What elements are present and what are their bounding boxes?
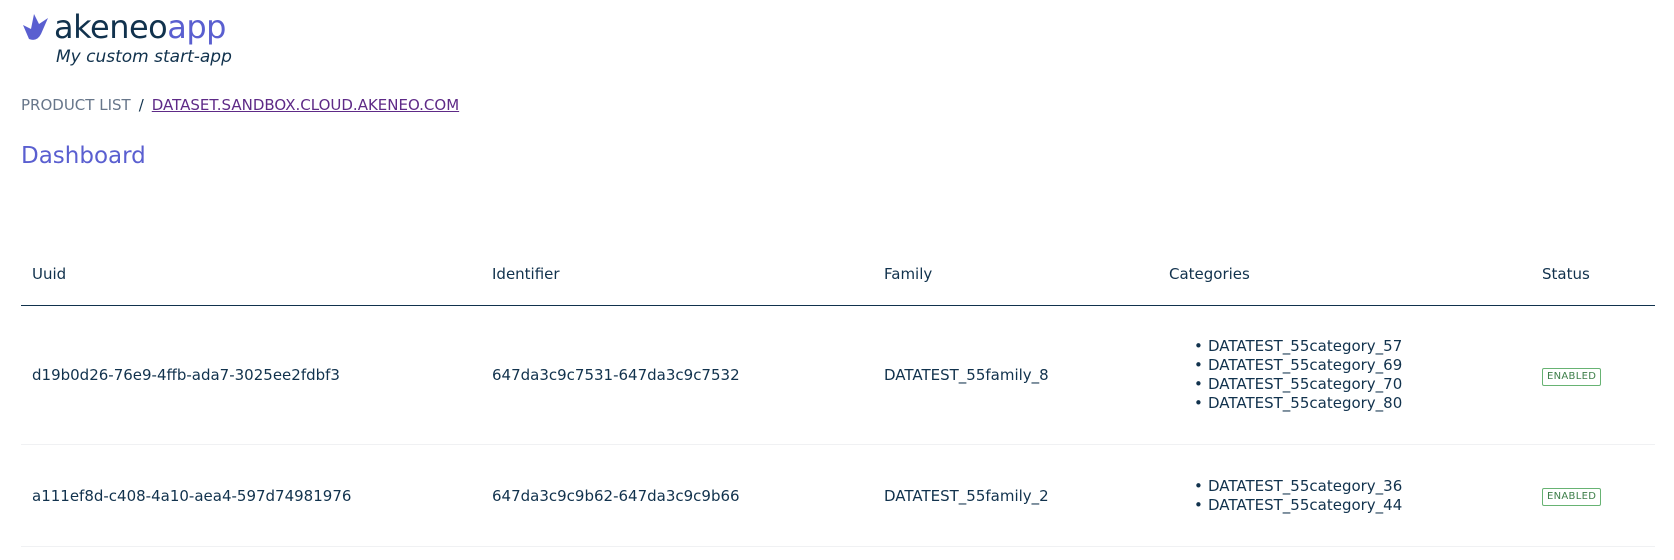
logo-name-part2: app <box>167 8 226 46</box>
cell-family: DATATEST_55family_2 <box>884 486 1049 505</box>
product-table: Uuid Identifier Family Categories Status… <box>21 242 1655 547</box>
cell-identifier: 647da3c9c9b62-647da3c9c9b66 <box>492 486 740 505</box>
breadcrumb-root: PRODUCT LIST <box>21 96 131 114</box>
cell-identifier: 647da3c9c7531-647da3c9c7532 <box>492 366 740 384</box>
cell-uuid: a111ef8d-c408-4a10-aea4-597d74981976 <box>32 486 352 505</box>
page: akeneoapp My custom start-app PRODUCT LI… <box>0 0 1674 560</box>
cell-family: DATATEST_55family_8 <box>884 366 1049 384</box>
category-item: DATATEST_55category_44 <box>1194 496 1531 515</box>
breadcrumb: PRODUCT LIST / DATASET.SANDBOX.CLOUD.AKENE… <box>21 96 459 114</box>
category-item: DATATEST_55category_57 <box>1194 337 1531 356</box>
breadcrumb-link[interactable]: DATASET.SANDBOX.CLOUD.AKENEO.COM <box>152 96 459 114</box>
column-header-family: Family <box>884 264 933 283</box>
page-title: Dashboard <box>21 143 146 169</box>
app-tagline: My custom start-app <box>56 47 232 67</box>
status-badge: ENABLED <box>1542 367 1602 386</box>
breadcrumb-separator: / <box>138 96 144 114</box>
cell-status: ENABLED <box>1531 365 1655 386</box>
cell-categories: DATATEST_55category_36 DATATEST_55catego… <box>1158 477 1531 515</box>
category-list: DATATEST_55category_36 DATATEST_55catego… <box>1169 477 1531 515</box>
status-badge: ENABLED <box>1542 488 1602 506</box>
column-header-status: Status <box>1542 264 1590 283</box>
category-list: DATATEST_55category_57 DATATEST_55catego… <box>1169 337 1531 413</box>
app-logo-text: akeneoapp <box>54 9 226 45</box>
logo-name-part1: akeneo <box>54 8 168 46</box>
category-item: DATATEST_55category_36 <box>1194 477 1531 496</box>
cell-categories: DATATEST_55category_57 DATATEST_55catego… <box>1158 337 1531 413</box>
cell-status: ENABLED <box>1531 485 1655 506</box>
table-row[interactable]: d19b0d26-76e9-4ffb-ada7-3025ee2fdbf3 647… <box>21 306 1655 445</box>
column-header-uuid: Uuid <box>32 264 67 283</box>
category-item: DATATEST_55category_70 <box>1194 375 1531 394</box>
table-row[interactable]: a111ef8d-c408-4a10-aea4-597d74981976 647… <box>21 445 1655 547</box>
category-item: DATATEST_55category_69 <box>1194 356 1531 375</box>
category-item: DATATEST_55category_80 <box>1194 394 1531 413</box>
column-header-identifier: Identifier <box>492 264 560 283</box>
table-header: Uuid Identifier Family Categories Status <box>21 242 1655 306</box>
akeneo-logo-icon <box>23 14 48 40</box>
column-header-categories: Categories <box>1169 264 1250 283</box>
cell-uuid: d19b0d26-76e9-4ffb-ada7-3025ee2fdbf3 <box>32 366 340 384</box>
